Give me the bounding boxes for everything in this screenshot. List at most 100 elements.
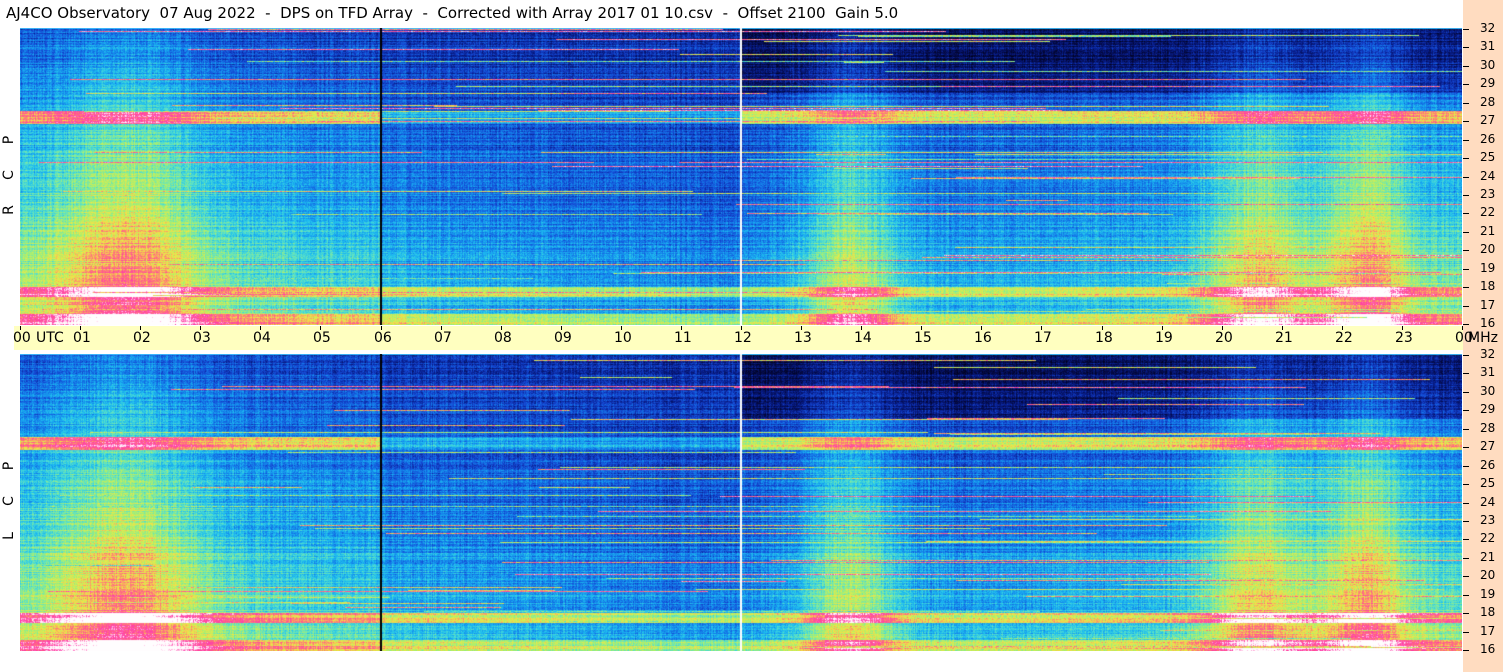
y-tick-label: 21 [1480, 224, 1496, 238]
y-tick-label: 24 [1480, 495, 1496, 509]
y-tick-label: 16 [1480, 316, 1496, 330]
y-tick-mark [1463, 84, 1469, 85]
y-tick-mark [1463, 324, 1469, 325]
x-tick-label: 18 [1095, 330, 1113, 346]
y-tick-label: 17 [1480, 624, 1496, 638]
y-tick-mark [1463, 177, 1469, 178]
y-tick-mark [1463, 429, 1469, 430]
y-tick-mark [1463, 373, 1469, 374]
y-tick-mark [1463, 558, 1469, 559]
y-tick-label: 25 [1480, 150, 1496, 164]
y-tick-mark [1463, 287, 1469, 288]
y-tick-label: 25 [1480, 476, 1496, 490]
y-tick-label: 31 [1480, 365, 1496, 379]
y-tick-mark [1463, 269, 1469, 270]
y-tick-mark [1463, 121, 1469, 122]
y-tick-label: 22 [1480, 531, 1496, 545]
x-tick-label: 16 [974, 330, 992, 346]
y-tick-label: 31 [1480, 39, 1496, 53]
y-tick-label: 27 [1480, 113, 1496, 127]
polarization-letter: L [1, 532, 17, 540]
y-tick-mark [1463, 213, 1469, 214]
y-tick-label: 21 [1480, 550, 1496, 564]
x-tick-label: 09 [554, 330, 572, 346]
y-tick-label: 20 [1480, 242, 1496, 256]
x-tick-label: 22 [1335, 330, 1353, 346]
y-tick-mark [1463, 539, 1469, 540]
y-tick-mark [1463, 650, 1469, 651]
y-tick-label: 23 [1480, 187, 1496, 201]
polarization-letter: C [1, 170, 17, 180]
x-tick-label: MHz [1468, 330, 1498, 346]
y-tick-label: 32 [1480, 347, 1496, 361]
y-tick-label: 18 [1480, 605, 1496, 619]
x-tick-label: 07 [434, 330, 452, 346]
x-tick-label: 08 [494, 330, 512, 346]
y-tick-mark [1463, 447, 1469, 448]
y-tick-label: 22 [1480, 205, 1496, 219]
y-tick-label: 28 [1480, 421, 1496, 435]
y-tick-label: 28 [1480, 95, 1496, 109]
y-tick-mark [1463, 410, 1469, 411]
y-tick-mark [1463, 521, 1469, 522]
y-tick-label: 16 [1480, 642, 1496, 656]
x-tick-label: 05 [313, 330, 331, 346]
x-tick-label: 03 [193, 330, 211, 346]
y-tick-mark [1463, 466, 1469, 467]
y-tick-label: 24 [1480, 169, 1496, 183]
rcp-spectrogram [20, 28, 1462, 325]
y-tick-mark [1463, 66, 1469, 67]
y-tick-mark [1463, 195, 1469, 196]
polarization-letter: P [1, 135, 17, 145]
y-tick-mark [1463, 613, 1469, 614]
y-tick-mark [1463, 140, 1469, 141]
x-tick-label: 06 [374, 330, 392, 346]
x-tick-label: 10 [614, 330, 632, 346]
x-tick-label: 00 [13, 330, 31, 346]
y-tick-mark [1463, 632, 1469, 633]
y-tick-label: 19 [1480, 587, 1496, 601]
x-tick-label: 23 [1395, 330, 1413, 346]
y-tick-label: 29 [1480, 402, 1496, 416]
y-tick-label: 19 [1480, 261, 1496, 275]
x-tick-label: 11 [674, 330, 692, 346]
y-tick-mark [1463, 47, 1469, 48]
x-tick-label: 12 [734, 330, 752, 346]
x-tick-label: 19 [1155, 330, 1173, 346]
y-tick-mark [1463, 306, 1469, 307]
y-tick-mark [1463, 392, 1469, 393]
y-tick-label: 27 [1480, 439, 1496, 453]
y-tick-label: 29 [1480, 76, 1496, 90]
y-tick-label: 26 [1480, 458, 1496, 472]
x-tick-label: 01 [73, 330, 91, 346]
y-tick-mark [1463, 576, 1469, 577]
x-tick-label: 21 [1275, 330, 1293, 346]
y-tick-label: 30 [1480, 58, 1496, 72]
x-tick-label: 13 [794, 330, 812, 346]
rcp-spectrogram-panel [20, 28, 1462, 325]
y-tick-mark [1463, 103, 1469, 104]
y-tick-mark [1463, 158, 1469, 159]
y-tick-label: 32 [1480, 21, 1496, 35]
y-tick-mark [1463, 484, 1469, 485]
y-tick-label: 17 [1480, 298, 1496, 312]
y-tick-label: 23 [1480, 513, 1496, 527]
y-tick-label: 20 [1480, 568, 1496, 582]
polarization-letter: C [1, 496, 17, 506]
chart-title: AJ4CO Observatory 07 Aug 2022 - DPS on T… [6, 4, 899, 22]
x-tick-label: 20 [1215, 330, 1233, 346]
y-tick-label: 18 [1480, 279, 1496, 293]
y-tick-mark [1463, 595, 1469, 596]
lcp-spectrogram [20, 354, 1462, 651]
y-tick-mark [1463, 250, 1469, 251]
lcp-spectrogram-panel [20, 354, 1462, 651]
x-tick-label: 17 [1034, 330, 1052, 346]
y-tick-mark [1463, 232, 1469, 233]
x-tick-label: UTC [36, 330, 64, 346]
y-tick-label: 30 [1480, 384, 1496, 398]
x-tick-label: 04 [253, 330, 271, 346]
polarization-letter: R [1, 205, 17, 215]
y-tick-label: 26 [1480, 132, 1496, 146]
x-tick-label: 15 [914, 330, 932, 346]
y-tick-mark [1463, 355, 1469, 356]
